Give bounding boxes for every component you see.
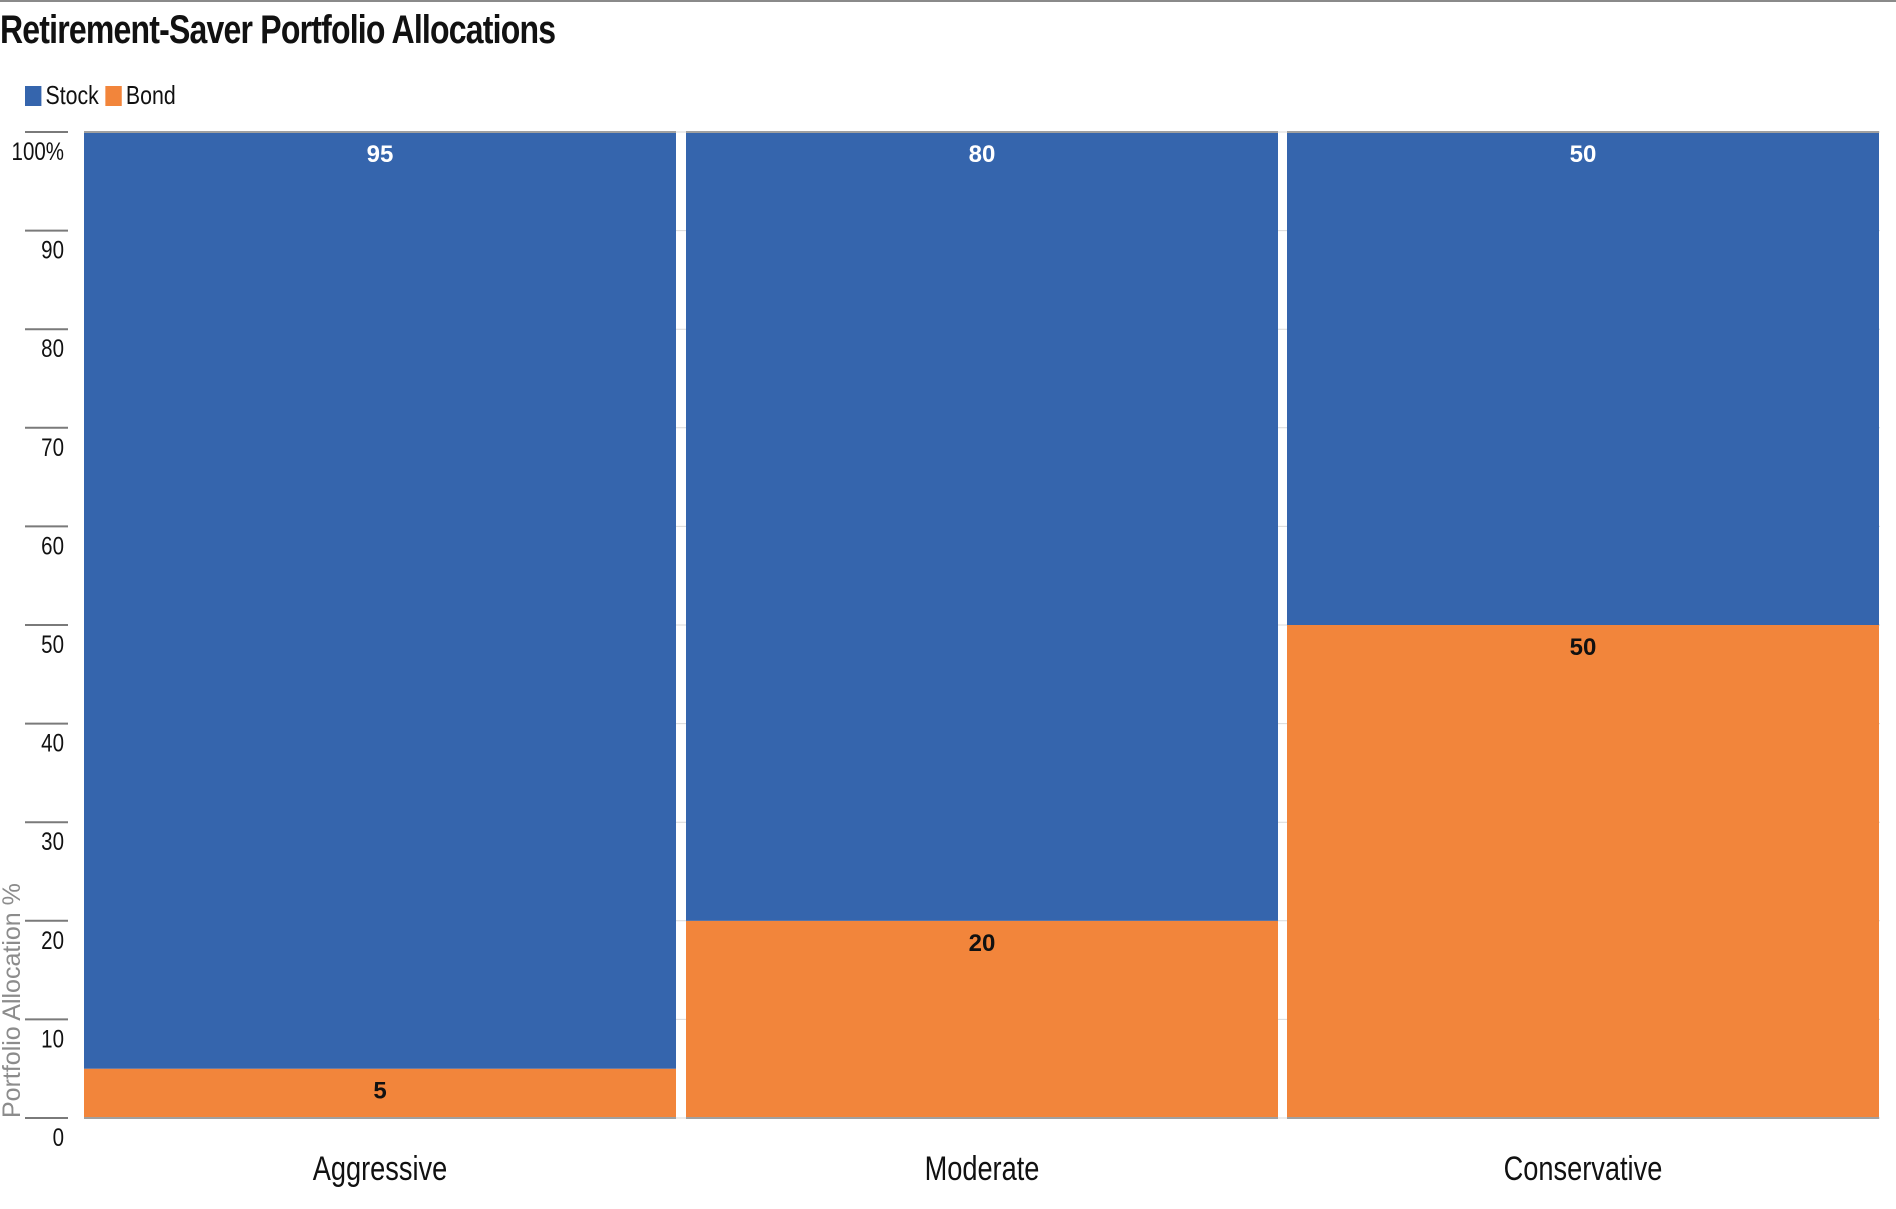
x-tick-label-moderate: Moderate xyxy=(925,1149,1040,1188)
chart-plot: 0 10 20 30 40 50 60 70 80 90 100% 5 95 20 80 50 50 Aggr… xyxy=(0,131,1880,1188)
x-tick-label-conservative: Conservative xyxy=(1504,1149,1663,1188)
y-tick-label: 50 xyxy=(41,630,64,658)
y-tick-label: 40 xyxy=(41,729,64,757)
y-tick-label: 80 xyxy=(41,334,64,362)
value-label-bond-conservative: 50 xyxy=(1570,634,1597,661)
value-label-bond-aggressive: 5 xyxy=(373,1078,386,1105)
y-tick-label: 30 xyxy=(41,827,64,855)
value-label-stock-aggressive: 95 xyxy=(367,141,394,168)
bar-bond-conservative xyxy=(1287,625,1879,1118)
y-tick-label: 60 xyxy=(41,531,64,559)
y-tick-label: 0 xyxy=(53,1123,64,1151)
bar-stock-conservative xyxy=(1287,132,1879,625)
y-tick-label: 70 xyxy=(41,433,64,461)
value-label-stock-conservative: 50 xyxy=(1570,141,1597,168)
bar-stock-aggressive xyxy=(84,132,676,1069)
y-axis-title: Portfolio Allocation % xyxy=(0,883,26,1118)
value-label-stock-moderate: 80 xyxy=(969,141,996,168)
y-tick-label: 90 xyxy=(41,236,64,264)
y-tick-label: 20 xyxy=(41,926,64,954)
value-label-bond-moderate: 20 xyxy=(969,930,996,957)
bars xyxy=(84,131,1879,1119)
bar-stock-moderate xyxy=(686,132,1278,921)
x-axis: Aggressive Moderate Conservative xyxy=(313,1149,1663,1188)
y-tick-label: 100% xyxy=(12,137,64,165)
y-tick-label: 10 xyxy=(41,1024,64,1052)
x-tick-label-aggressive: Aggressive xyxy=(313,1149,447,1188)
